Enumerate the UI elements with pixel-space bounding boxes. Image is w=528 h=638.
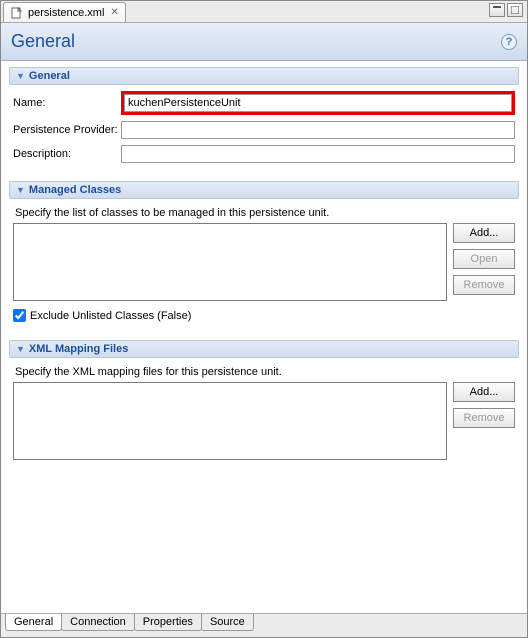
section-managed-header[interactable]: ▼ Managed Classes [9, 181, 519, 199]
collapse-icon: ▼ [16, 71, 25, 81]
name-highlight [121, 91, 515, 115]
managed-open-button[interactable]: Open [453, 249, 515, 269]
exclude-unlisted-label: Exclude Unlisted Classes (False) [30, 310, 191, 322]
maximize-button[interactable] [507, 3, 523, 17]
name-label: Name: [13, 97, 121, 109]
managed-classes-list[interactable] [13, 223, 447, 301]
section-mapping-header[interactable]: ▼ XML Mapping Files [9, 340, 519, 358]
mapping-add-button[interactable]: Add... [453, 382, 515, 402]
section-general-header[interactable]: ▼ General [9, 67, 519, 85]
editor-tab-persistence[interactable]: persistence.xml ✕ [3, 2, 126, 22]
provider-input[interactable] [121, 121, 515, 139]
window-controls [489, 3, 523, 17]
section-general: ▼ General Name: Persistence Provider: De… [9, 67, 519, 163]
tab-connection[interactable]: Connection [61, 614, 135, 631]
description-input[interactable] [121, 145, 515, 163]
tab-general[interactable]: General [5, 614, 62, 631]
collapse-icon: ▼ [16, 344, 25, 354]
description-label: Description: [13, 148, 121, 160]
content-area: ▼ General Name: Persistence Provider: De… [1, 61, 527, 613]
section-mapping-title: XML Mapping Files [29, 343, 128, 355]
collapse-icon: ▼ [16, 185, 25, 195]
page-header: General ? [1, 23, 527, 61]
section-xml-mapping: ▼ XML Mapping Files Specify the XML mapp… [9, 340, 519, 460]
tab-properties[interactable]: Properties [134, 614, 202, 631]
page-title: General [11, 31, 75, 52]
managed-remove-button[interactable]: Remove [453, 275, 515, 295]
mapping-description: Specify the XML mapping files for this p… [15, 366, 515, 378]
name-input[interactable] [124, 94, 512, 112]
mapping-remove-button[interactable]: Remove [453, 408, 515, 428]
provider-label: Persistence Provider: [13, 124, 121, 136]
tab-source[interactable]: Source [201, 614, 254, 631]
file-icon [10, 6, 24, 20]
managed-add-button[interactable]: Add... [453, 223, 515, 243]
help-icon[interactable]: ? [501, 34, 517, 50]
managed-description: Specify the list of classes to be manage… [15, 207, 515, 219]
exclude-unlisted-checkbox[interactable] [13, 309, 26, 322]
editor-tabbar: persistence.xml ✕ [1, 1, 527, 23]
section-managed-title: Managed Classes [29, 184, 121, 196]
minimize-button[interactable] [489, 3, 505, 17]
section-managed-classes: ▼ Managed Classes Specify the list of cl… [9, 181, 519, 322]
mapping-files-list[interactable] [13, 382, 447, 460]
close-icon[interactable]: ✕ [110, 7, 118, 18]
bottom-tabbar: General Connection Properties Source [1, 613, 527, 635]
editor-tab-label: persistence.xml [28, 7, 104, 19]
section-general-title: General [29, 70, 70, 82]
